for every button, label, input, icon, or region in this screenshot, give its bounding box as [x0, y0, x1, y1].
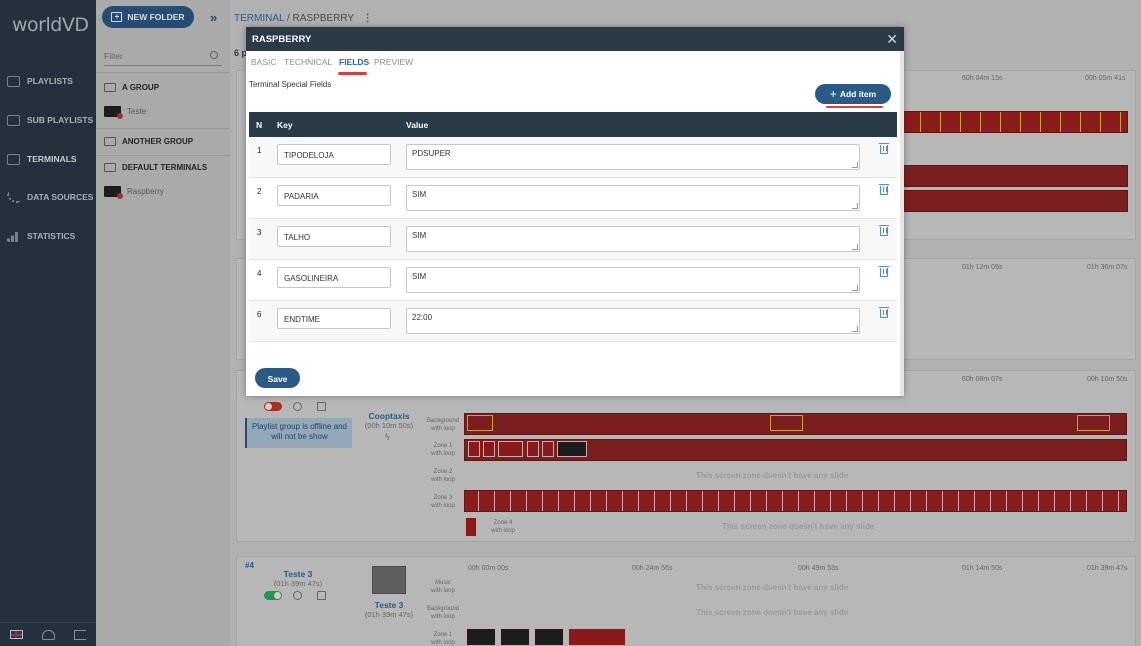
key-input[interactable]: PADARIA [277, 185, 391, 206]
close-icon[interactable]: ✕ [886, 31, 898, 48]
add-item-label: Add item [839, 89, 877, 99]
value-textarea[interactable]: PDSUPER [406, 144, 860, 170]
add-item-button[interactable]: + Add item [815, 84, 891, 104]
delete-row-icon[interactable] [879, 143, 889, 154]
row-number: 3 [257, 228, 262, 237]
modal-title: RASPBERRY [252, 34, 312, 45]
value-textarea[interactable]: SIM [406, 226, 860, 252]
row-number: 4 [257, 269, 262, 278]
tab-technical[interactable]: TECHNICAL [284, 57, 332, 67]
table-header: N Key Value [249, 112, 897, 137]
table-row: 4 GASOLINEIRA SIM [249, 260, 897, 301]
tab-preview[interactable]: PREVIEW [374, 57, 413, 67]
table-row: 2 PADARIA SIM [249, 178, 897, 219]
delete-row-icon[interactable] [879, 307, 889, 318]
value-textarea[interactable]: 22:00 [406, 308, 860, 334]
row-number: 2 [257, 187, 262, 196]
modal-tabs: BASIC TECHNICAL FIELDS PREVIEW [246, 51, 904, 75]
key-input[interactable]: TIPODELOJA [277, 144, 391, 165]
delete-row-icon[interactable] [879, 225, 889, 236]
value-textarea[interactable]: SIM [406, 267, 860, 293]
tab-basic[interactable]: BASIC [251, 57, 277, 67]
column-header-n: N [256, 120, 263, 130]
key-input[interactable]: GASOLINEIRA [277, 267, 391, 288]
table-row: 6 ENDTIME 22:00 [249, 301, 897, 342]
section-title: Terminal Special Fields [249, 80, 332, 89]
row-number: 1 [257, 146, 262, 155]
column-header-key: Key [277, 120, 293, 130]
key-input[interactable]: ENDTIME [277, 308, 391, 329]
tab-fields[interactable]: FIELDS [339, 57, 369, 67]
row-number: 6 [257, 310, 262, 319]
modal-header: RASPBERRY ✕ [246, 27, 904, 51]
fields-table: N Key Value 1 TIPODELOJA PDSUPER 2 PADAR… [249, 112, 897, 342]
key-input[interactable]: TALHO [277, 226, 391, 247]
value-textarea[interactable]: SIM [406, 185, 860, 211]
save-button[interactable]: Save [255, 368, 300, 388]
active-tab-indicator [338, 72, 367, 75]
terminal-settings-modal: RASPBERRY ✕ BASIC TECHNICAL FIELDS PREVI… [246, 27, 904, 396]
column-header-value: Value [406, 120, 429, 130]
table-row: 1 TIPODELOJA PDSUPER [249, 137, 897, 178]
plus-icon: + [829, 87, 837, 101]
modal-scrollbar[interactable] [900, 51, 904, 396]
delete-row-icon[interactable] [879, 184, 889, 195]
add-item-highlight [826, 106, 883, 108]
table-row: 3 TALHO SIM [249, 219, 897, 260]
delete-row-icon[interactable] [879, 266, 889, 277]
